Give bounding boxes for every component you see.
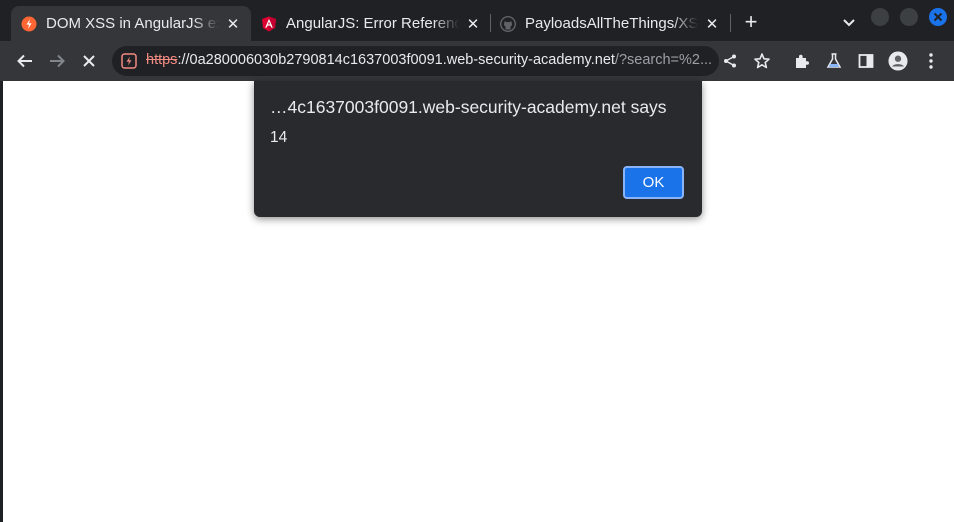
more-menu-icon[interactable] [921,51,941,71]
address-bar[interactable]: https://0a280006030b2790814c1637003f0091… [112,46,736,76]
browser-toolbar: https://0a280006030b2790814c1637003f0091… [0,41,954,81]
tab-dom-xss[interactable]: DOM XSS in AngularJS exp ✕ [11,6,251,41]
url-scheme: https [146,52,178,68]
new-tab-button[interactable]: + [741,11,761,33]
window-maximize-button[interactable] [900,8,918,26]
dialog-title: …4c1637003f0091.web-security-academy.net… [270,97,667,117]
tab-close-icon[interactable]: ✕ [704,16,720,33]
back-arrow-icon[interactable] [15,51,35,71]
tab-title: PayloadsAllTheThings/XS [525,15,698,32]
tab-title: DOM XSS in AngularJS exp [46,15,219,32]
close-icon [933,12,943,22]
github-favicon-icon [500,15,516,32]
labs-flask-icon[interactable] [824,51,844,71]
url-host: ://0a280006030b2790814c1637003f0091.web-… [177,52,615,68]
alert-dialog: …4c1637003f0091.web-security-academy.net… [254,81,702,217]
window-minimize-button[interactable] [871,8,889,26]
tab-close-icon[interactable]: ✕ [465,16,481,33]
tab-search-chevron-down-icon[interactable] [840,13,858,31]
url-path: /?search=%2... [614,52,713,68]
stop-loading-icon[interactable] [79,51,99,71]
url-text[interactable]: https://0a280006030b2790814c1637003f0091… [146,52,712,68]
tab-payloads[interactable]: PayloadsAllTheThings/XS ✕ [490,6,730,41]
profile-avatar-icon[interactable] [888,51,908,71]
ok-button[interactable]: OK [623,166,684,199]
angular-favicon-icon [261,16,277,32]
tab-strip: DOM XSS in AngularJS exp ✕ AngularJS: Er… [0,0,954,41]
dialog-message: 14 [270,129,288,146]
window-close-button[interactable] [929,8,947,26]
tab-angularjs-error[interactable]: AngularJS: Error Referenc ✕ [251,6,491,41]
forward-arrow-icon[interactable] [47,51,67,71]
portswigger-favicon-icon [21,16,37,32]
site-info-warning-icon[interactable] [121,53,137,69]
side-panel-icon[interactable] [856,51,876,71]
tab-close-icon[interactable]: ✕ [225,16,241,33]
tab-separator [730,14,731,32]
bookmark-star-icon[interactable] [752,51,772,71]
share-icon[interactable] [722,53,738,69]
extensions-puzzle-icon[interactable] [792,51,812,71]
tab-title: AngularJS: Error Referenc [286,15,459,32]
